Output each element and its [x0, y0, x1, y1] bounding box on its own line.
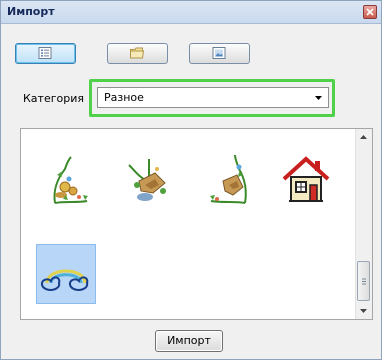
folder-icon — [130, 47, 144, 59]
gallery-item[interactable] — [199, 151, 257, 209]
gallery-item-selected[interactable] — [36, 244, 96, 304]
category-select[interactable]: Разное — [97, 87, 329, 108]
floral-corner-right-icon — [210, 154, 247, 204]
scroll-up-icon[interactable] — [360, 135, 367, 139]
folder-button[interactable] — [107, 43, 168, 64]
window-title: Импорт — [7, 5, 55, 18]
import-button[interactable]: Импорт — [155, 330, 223, 352]
gallery-item[interactable] — [43, 151, 101, 209]
import-dialog: Импорт Категория Разное Импорт — [0, 0, 382, 360]
grip-icon — [362, 278, 366, 285]
category-label: Категория — [23, 92, 84, 105]
title-bar[interactable]: Импорт — [1, 1, 381, 24]
category-value: Разное — [104, 91, 144, 104]
close-button[interactable] — [363, 5, 377, 19]
gallery-scrollbar[interactable] — [355, 129, 372, 319]
gallery-item[interactable] — [119, 151, 177, 209]
chevron-down-icon — [315, 96, 322, 100]
floral-bouquet-icon — [128, 159, 166, 201]
scrollbar-thumb[interactable] — [357, 261, 370, 301]
scroll-down-icon[interactable] — [360, 309, 367, 313]
list-view-button[interactable] — [15, 43, 76, 64]
picture-button[interactable] — [189, 43, 250, 64]
rainbow-cloud-icon — [41, 269, 89, 291]
list-view-icon — [38, 47, 52, 59]
floral-corner-left-icon — [53, 156, 88, 204]
gallery-item[interactable] — [277, 151, 335, 209]
house-icon — [282, 156, 330, 202]
close-icon — [366, 8, 374, 16]
picture-icon — [212, 47, 226, 59]
design-gallery[interactable] — [20, 128, 373, 320]
